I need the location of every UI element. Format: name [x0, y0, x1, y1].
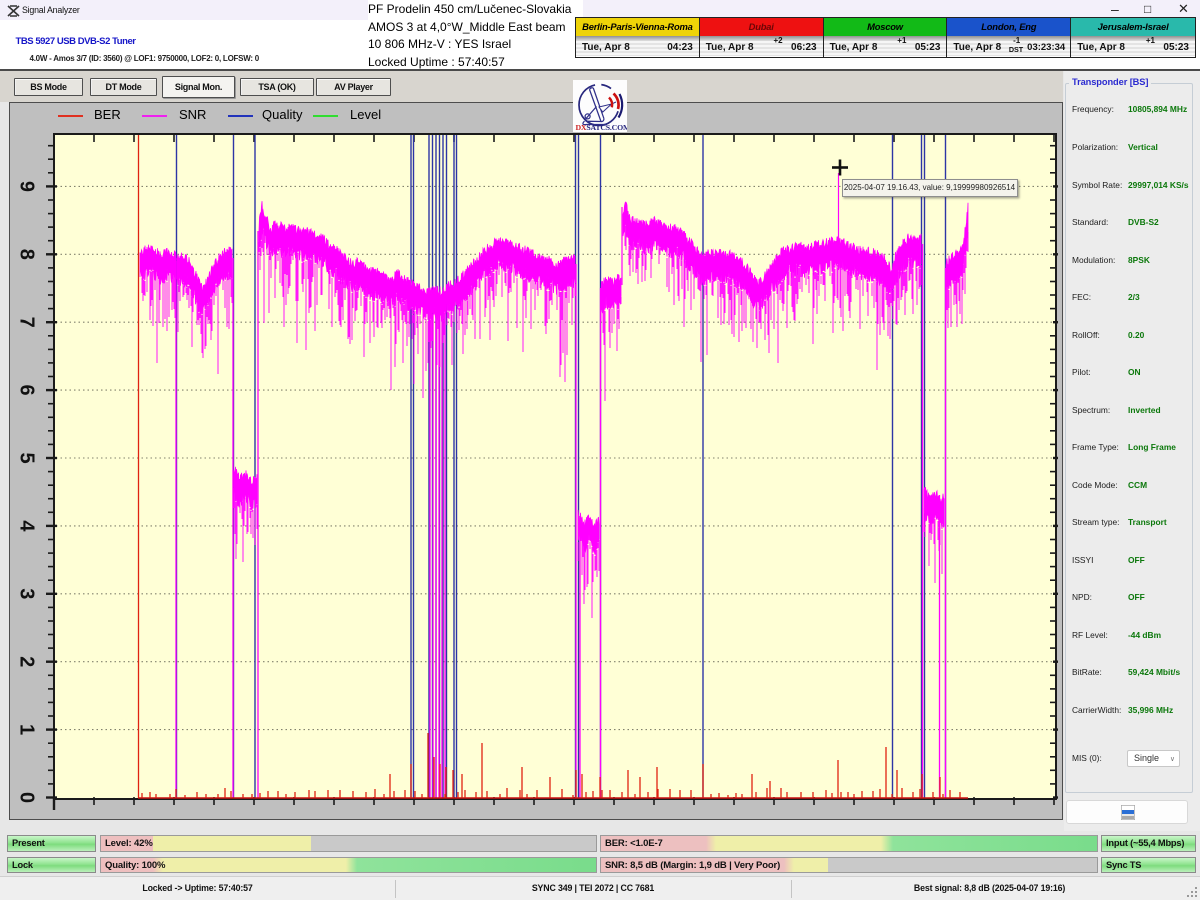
svg-text:DXSATCS.COM: DXSATCS.COM: [576, 123, 628, 132]
